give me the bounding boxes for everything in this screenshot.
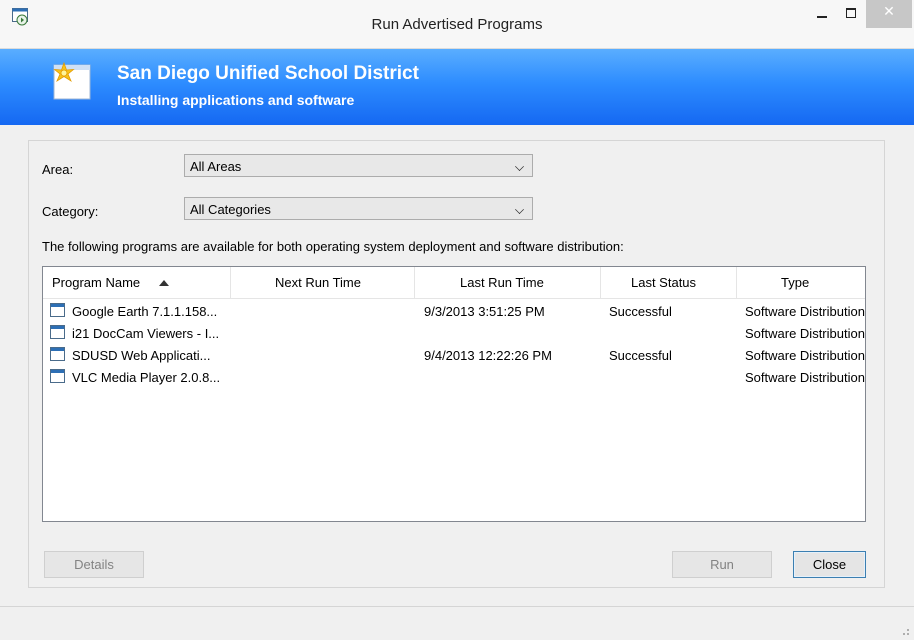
resize-grip-icon[interactable]	[900, 626, 910, 636]
column-header-last-status[interactable]: Last Status	[601, 267, 737, 298]
category-dropdown[interactable]: All Categories	[184, 197, 533, 220]
close-icon: ✕	[883, 4, 895, 20]
column-header-label: Next Run Time	[275, 275, 361, 290]
category-dropdown-value: All Categories	[190, 202, 271, 217]
program-icon	[50, 369, 65, 383]
close-window-button[interactable]: ✕	[866, 0, 912, 28]
area-label: Area:	[42, 162, 74, 177]
program-name: VLC Media Player 2.0.8...	[72, 370, 221, 385]
banner-subtitle: Installing applications and software	[117, 92, 355, 108]
program-icon	[50, 347, 65, 361]
area-dropdown[interactable]: All Areas	[184, 154, 533, 177]
chevron-down-icon	[515, 205, 524, 214]
run-button[interactable]: Run	[672, 551, 772, 578]
chevron-down-icon	[515, 162, 524, 171]
list-header: Program Name Next Run Time Last Run Time…	[43, 267, 865, 299]
program-name: SDUSD Web Applicati...	[72, 348, 211, 363]
header-banner: San Diego Unified School District Instal…	[0, 49, 914, 125]
sort-ascending-icon	[159, 280, 169, 286]
title-bar: Run Advertised Programs ✕	[0, 0, 914, 49]
program-name: Google Earth 7.1.1.158...	[72, 304, 218, 319]
area-dropdown-value: All Areas	[190, 159, 242, 174]
details-button[interactable]: Details	[44, 551, 144, 578]
column-header-next-run-time[interactable]: Next Run Time	[231, 267, 415, 298]
program-icon	[50, 325, 65, 339]
programs-list[interactable]: Program Name Next Run Time Last Run Time…	[42, 266, 866, 522]
program-type: Software Distribution	[745, 326, 865, 341]
maximize-button[interactable]	[836, 0, 866, 28]
close-button[interactable]: Close	[793, 551, 866, 578]
column-header-last-run-time[interactable]: Last Run Time	[415, 267, 601, 298]
column-header-label: Last Run Time	[460, 275, 544, 290]
column-header-label: Last Status	[631, 275, 697, 290]
column-header-type[interactable]: Type	[737, 267, 865, 298]
last-status: Successful	[609, 304, 672, 319]
program-type: Software Distribution	[745, 370, 865, 385]
info-text: The following programs are available for…	[42, 239, 624, 254]
column-header-program-name[interactable]: Program Name	[43, 267, 231, 298]
programs-groupbox: Area: All Areas Category: All Categories…	[28, 140, 885, 588]
category-label: Category:	[42, 204, 99, 219]
table-row[interactable]: VLC Media Player 2.0.8... Software Distr…	[43, 367, 865, 389]
column-header-label: Program Name	[52, 275, 141, 290]
table-row[interactable]: SDUSD Web Applicati... 9/4/2013 12:22:26…	[43, 345, 865, 367]
program-type: Software Distribution	[745, 304, 865, 319]
table-row[interactable]: i21 DocCam Viewers - I... Software Distr…	[43, 323, 865, 345]
status-bar	[0, 606, 914, 640]
column-header-label: Type	[781, 275, 810, 290]
program-type: Software Distribution	[745, 348, 865, 363]
sunburst-document-icon	[53, 61, 91, 100]
minimize-button[interactable]	[806, 0, 836, 28]
table-row[interactable]: Google Earth 7.1.1.158... 9/3/2013 3:51:…	[43, 301, 865, 323]
window-title: Run Advertised Programs	[371, 16, 543, 33]
last-run-time: 9/3/2013 3:51:25 PM	[424, 304, 545, 319]
banner-title: San Diego Unified School District	[117, 63, 419, 84]
program-icon	[50, 303, 65, 317]
last-run-time: 9/4/2013 12:22:26 PM	[424, 348, 552, 363]
program-name: i21 DocCam Viewers - I...	[72, 326, 220, 341]
last-status: Successful	[609, 348, 672, 363]
